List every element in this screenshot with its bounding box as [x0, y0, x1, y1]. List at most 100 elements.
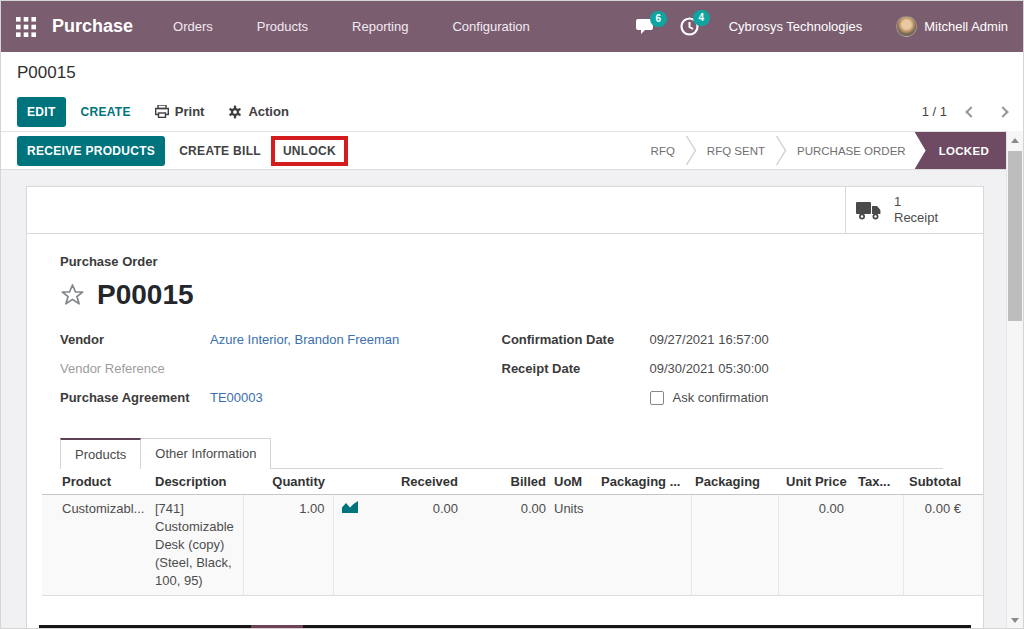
receive-products-button[interactable]: RECEIVE PRODUCTS — [17, 136, 165, 166]
field-value-purchase-agreement[interactable]: TE00003 — [210, 390, 502, 405]
cell-received[interactable]: 0.00 — [363, 495, 466, 596]
state-rfq-sent[interactable]: RFQ SENT — [697, 145, 775, 157]
truck-icon — [856, 201, 882, 220]
control-panel: P00015 EDIT CREATE Print — [1, 52, 1023, 136]
menu-configuration[interactable]: Configuration — [444, 14, 537, 39]
activities-button[interactable]: 4 — [680, 17, 699, 36]
chevron-separator-icon — [685, 132, 697, 169]
header-unit-price[interactable]: Unit Price — [778, 469, 851, 495]
activities-badge: 4 — [693, 10, 710, 26]
header-packaging-quantity[interactable]: Packaging ... — [598, 469, 691, 495]
cell-billed[interactable]: 0.00 — [466, 495, 549, 596]
cell-taxes[interactable] — [851, 495, 903, 596]
cell-product[interactable]: Customizabl... — [62, 500, 145, 518]
cell-description[interactable]: [741] Customizable Desk (copy) (Steel, B… — [147, 495, 243, 596]
document-type-label: Purchase Order — [60, 254, 943, 269]
cell-packaging[interactable] — [691, 495, 778, 596]
ask-confirmation-label: Ask confirmation — [673, 390, 769, 405]
field-label-confirmation-date: Confirmation Date — [502, 332, 650, 347]
button-box: 1 Receipt — [27, 187, 983, 234]
favorite-star-icon[interactable] — [60, 283, 85, 307]
cell-uom[interactable]: Units — [549, 495, 598, 596]
breadcrumb: P00015 — [17, 63, 1007, 83]
scrollbar-up-icon[interactable] — [1011, 138, 1019, 143]
pager-previous-icon[interactable] — [965, 106, 976, 117]
action-button[interactable]: Action — [228, 104, 288, 119]
unlock-button[interactable]: UNLOCK — [283, 144, 336, 158]
edit-button[interactable]: EDIT — [17, 97, 66, 127]
scrollbar-down-icon[interactable] — [1011, 618, 1019, 623]
gear-icon — [228, 105, 242, 119]
forecast-area-chart-icon[interactable] — [342, 500, 358, 513]
pager-next-icon[interactable] — [997, 106, 1008, 117]
table-header-row: Product Description Quantity Received Bi… — [42, 469, 983, 495]
receipt-stat-button[interactable]: 1 Receipt — [845, 187, 983, 233]
chevron-separator-icon — [775, 132, 787, 169]
user-avatar[interactable] — [896, 16, 917, 37]
systray: 6 4 Cybrosys Technologies Mitchell Admin — [636, 16, 1008, 37]
print-button[interactable]: Print — [155, 104, 205, 119]
header-product[interactable]: Product — [42, 469, 147, 495]
user-menu[interactable]: Mitchell Admin — [924, 19, 1008, 34]
cell-packaging-quantity[interactable] — [598, 495, 691, 596]
cell-subtotal[interactable]: 0.00 € — [903, 495, 983, 596]
status-pipeline: RFQ RFQ SENT PURCHASE ORDER LOCKED — [641, 132, 1008, 169]
menu-products[interactable]: Products — [249, 14, 316, 39]
apps-grid-icon[interactable] — [16, 17, 36, 37]
cell-quantity[interactable]: 1.00 — [243, 495, 333, 596]
messages-button[interactable]: 6 — [636, 18, 656, 35]
menu-reporting[interactable]: Reporting — [344, 14, 416, 39]
app-name[interactable]: Purchase — [52, 16, 133, 37]
main-menu: Orders Products Reporting Configuration — [165, 1, 566, 52]
order-line-row[interactable]: Customizabl... [741] Customizable Desk (… — [42, 495, 983, 596]
scrollbar-thumb[interactable] — [1008, 151, 1022, 321]
statusbar: RECEIVE PRODUCTS CREATE BILL UNLOCK RFQ … — [1, 131, 1008, 170]
print-label: Print — [175, 104, 205, 119]
notebook-tabs: Products Other Information — [60, 438, 943, 469]
fields-right-column: Confirmation Date 09/27/2021 16:57:00 Re… — [502, 325, 944, 412]
cell-unit-price[interactable]: 0.00 — [778, 495, 851, 596]
field-value-vendor[interactable]: Azure Interior, Brandon Freeman — [210, 332, 502, 347]
fields-left-column: Vendor Azure Interior, Brandon Freeman V… — [60, 325, 502, 412]
state-rfq[interactable]: RFQ — [641, 145, 685, 157]
state-locked[interactable]: LOCKED — [915, 132, 1008, 169]
tab-products[interactable]: Products — [60, 438, 141, 469]
order-lines-table: Product Description Quantity Received Bi… — [42, 469, 983, 596]
header-billed[interactable]: Billed — [466, 469, 549, 495]
printer-icon — [155, 105, 169, 118]
unlock-annotation-box: UNLOCK — [271, 136, 348, 166]
menu-orders[interactable]: Orders — [165, 14, 221, 39]
header-subtotal[interactable]: Subtotal — [903, 469, 983, 495]
field-value-receipt-date[interactable]: 09/30/2021 05:30:00 — [650, 361, 944, 376]
field-label-vendor-reference: Vendor Reference — [60, 361, 210, 376]
header-received[interactable]: Received — [363, 469, 466, 495]
vertical-scrollbar[interactable] — [1006, 131, 1023, 629]
action-label: Action — [248, 104, 288, 119]
header-description[interactable]: Description — [147, 469, 243, 495]
form-view-background: 1 Receipt Purchase Order P00015 — [1, 170, 1008, 629]
window-bottom-edge — [39, 625, 971, 628]
form-sheet-card: 1 Receipt Purchase Order P00015 — [26, 186, 984, 629]
page-title: P00015 — [97, 279, 194, 311]
company-switcher[interactable]: Cybrosys Technologies — [729, 19, 862, 34]
header-quantity[interactable]: Quantity — [243, 469, 333, 495]
odoo-window: Purchase Orders Products Reporting Confi… — [0, 0, 1024, 629]
pager-count: 1 / 1 — [922, 104, 947, 119]
cell-forecast[interactable] — [333, 495, 363, 596]
header-packaging[interactable]: Packaging — [691, 469, 778, 495]
header-uom[interactable]: UoM — [549, 469, 598, 495]
header-taxes[interactable]: Tax... — [851, 469, 903, 495]
field-label-receipt-date: Receipt Date — [502, 361, 650, 376]
create-bill-button[interactable]: CREATE BILL — [179, 144, 261, 158]
window-bottom-accent — [251, 625, 303, 628]
field-label-vendor: Vendor — [60, 332, 210, 347]
receipt-count: 1 — [894, 194, 938, 210]
messages-badge: 6 — [650, 11, 667, 27]
field-label-purchase-agreement: Purchase Agreement — [60, 390, 210, 405]
form-sheet: Purchase Order P00015 Vendor Azure Inter… — [27, 234, 983, 596]
field-value-confirmation-date[interactable]: 09/27/2021 16:57:00 — [650, 332, 944, 347]
create-button[interactable]: CREATE — [81, 97, 131, 127]
ask-confirmation-checkbox[interactable] — [650, 391, 664, 405]
state-purchase-order[interactable]: PURCHASE ORDER — [787, 145, 916, 157]
tab-other-information[interactable]: Other Information — [141, 438, 271, 469]
